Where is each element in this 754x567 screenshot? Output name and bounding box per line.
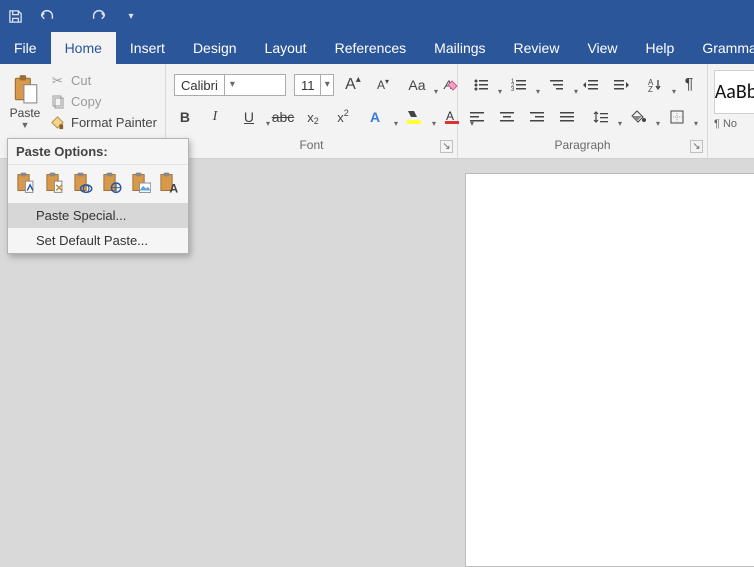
svg-text:A: A: [446, 109, 454, 123]
tab-help[interactable]: Help: [632, 32, 689, 64]
tab-references[interactable]: References: [321, 32, 421, 64]
font-name-value: Calibri: [175, 78, 224, 93]
shading-icon[interactable]: [624, 106, 654, 128]
tab-view[interactable]: View: [573, 32, 631, 64]
show-hide-marks-icon[interactable]: ¶: [678, 74, 700, 96]
cut-icon: ✂: [50, 73, 65, 88]
paste-special-label: Paste Special...: [36, 208, 126, 223]
tab-insert[interactable]: Insert: [116, 32, 179, 64]
paste-merge-icon[interactable]: [45, 171, 66, 195]
paste-text-only-icon[interactable]: A: [159, 171, 180, 195]
underline-icon[interactable]: U: [234, 106, 264, 128]
italic-icon[interactable]: I: [204, 106, 226, 128]
tab-file[interactable]: File: [0, 32, 51, 64]
tab-grammarly[interactable]: Grammarly: [688, 32, 754, 64]
paste-link-icon[interactable]: [73, 171, 94, 195]
tab-review[interactable]: Review: [500, 32, 574, 64]
justify-icon[interactable]: [556, 106, 578, 128]
text-effects-icon[interactable]: A: [362, 106, 392, 128]
paragraph-launcher-icon[interactable]: ↘: [690, 140, 703, 153]
font-name-dropdown-icon[interactable]: ▾: [224, 75, 240, 95]
sort-icon[interactable]: AZ: [640, 74, 670, 96]
redo-icon[interactable]: [90, 7, 108, 25]
svg-text:A: A: [170, 181, 179, 195]
group-styles: AaBb ¶ No: [708, 64, 754, 158]
paste-options-header: Paste Options:: [8, 139, 188, 165]
font-size-combo[interactable]: 11 ▾: [294, 74, 334, 96]
align-right-icon[interactable]: [526, 106, 548, 128]
save-icon[interactable]: [6, 7, 24, 25]
font-launcher-icon[interactable]: ↘: [440, 140, 453, 153]
paste-dropdown-icon[interactable]: ▼: [21, 120, 30, 130]
tab-mailings[interactable]: Mailings: [420, 32, 499, 64]
font-name-combo[interactable]: Calibri ▾: [174, 74, 286, 96]
group-font: Calibri ▾ 11 ▾ A▴ A▾ Aa A B I U abc x: [166, 64, 458, 158]
copy-icon: [50, 94, 65, 109]
format-painter-icon: [50, 115, 65, 130]
paste-label: Paste: [10, 106, 41, 120]
strikethrough-icon[interactable]: abc: [272, 106, 294, 128]
grow-font-icon[interactable]: A▴: [342, 74, 364, 96]
document-page[interactable]: [465, 173, 754, 567]
paragraph-group-text: Paragraph: [554, 138, 610, 152]
svg-text:Z: Z: [648, 85, 653, 92]
cut-button[interactable]: ✂ Cut: [50, 73, 157, 88]
group-paragraph: 123 AZ ¶ Paragraph ↘: [458, 64, 708, 158]
format-painter-button[interactable]: Format Painter: [50, 115, 157, 130]
format-painter-label: Format Painter: [71, 115, 157, 130]
superscript-icon[interactable]: x2: [332, 106, 354, 128]
highlight-icon[interactable]: [400, 106, 430, 128]
tab-design[interactable]: Design: [179, 32, 251, 64]
svg-text:3: 3: [511, 87, 515, 92]
font-size-value: 11: [295, 78, 321, 93]
multilevel-list-icon[interactable]: [542, 74, 572, 96]
font-size-dropdown-icon[interactable]: ▾: [320, 75, 333, 95]
style-normal[interactable]: AaBb: [714, 70, 754, 114]
tab-home[interactable]: Home: [51, 32, 116, 64]
copy-label: Copy: [71, 94, 101, 109]
undo-icon[interactable]: [38, 7, 56, 25]
subscript-icon[interactable]: x2: [302, 106, 324, 128]
group-label-font: Font ↘: [166, 138, 457, 158]
ribbon-tabs: File Home Insert Design Layout Reference…: [0, 32, 754, 64]
shrink-font-icon[interactable]: A▾: [372, 74, 394, 96]
paste-keep-source-icon[interactable]: [16, 171, 37, 195]
svg-text:A: A: [370, 109, 380, 125]
paste-options-menu: Paste Options: A Paste Special... Set De…: [7, 138, 189, 254]
borders-icon[interactable]: [662, 106, 692, 128]
change-case-icon[interactable]: Aa: [402, 74, 432, 96]
align-center-icon[interactable]: [496, 106, 518, 128]
group-label-paragraph: Paragraph ↘: [458, 138, 707, 158]
increase-indent-icon[interactable]: [610, 74, 632, 96]
numbering-icon[interactable]: 123: [504, 74, 534, 96]
customize-qat-icon[interactable]: ▾: [122, 7, 140, 25]
paste-picture-icon[interactable]: [131, 171, 152, 195]
bullets-icon[interactable]: [466, 74, 496, 96]
paste-use-destination-icon[interactable]: [102, 171, 123, 195]
set-default-paste-item[interactable]: Set Default Paste...: [8, 228, 188, 253]
paste-icon: [12, 74, 38, 104]
paste-button[interactable]: Paste ▼: [4, 64, 46, 139]
align-left-icon[interactable]: [466, 106, 488, 128]
line-spacing-icon[interactable]: [586, 106, 616, 128]
copy-button[interactable]: Copy: [50, 94, 157, 109]
set-default-paste-label: Set Default Paste...: [36, 233, 148, 248]
font-group-text: Font: [299, 138, 323, 152]
decrease-indent-icon[interactable]: [580, 74, 602, 96]
cut-label: Cut: [71, 73, 91, 88]
style-normal-label: ¶ No: [714, 118, 737, 130]
paste-special-item[interactable]: Paste Special...: [8, 203, 188, 228]
bold-icon[interactable]: B: [174, 106, 196, 128]
quick-access-toolbar: ▾: [0, 0, 754, 32]
tab-layout[interactable]: Layout: [251, 32, 321, 64]
